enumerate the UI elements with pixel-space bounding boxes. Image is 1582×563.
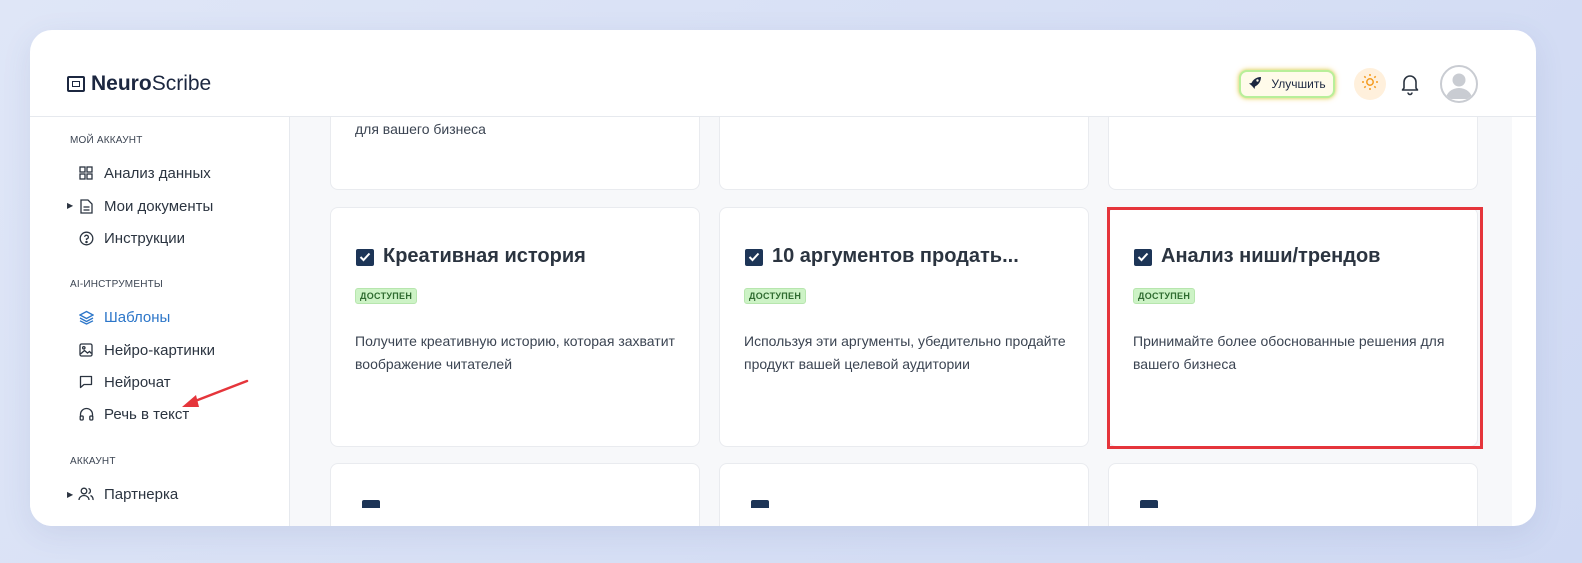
template-card-10-arguments[interactable]: 10 аргументов продать... ДОСТУПЕН Исполь…	[719, 207, 1089, 447]
sun-icon	[1361, 73, 1379, 96]
sidebar-item-label: Нейро-картинки	[104, 341, 215, 359]
sidebar-item-neuro-chat[interactable]: Нейрочат	[78, 372, 171, 392]
checkbox-icon	[362, 500, 380, 508]
sidebar-item-label: Инструкции	[104, 229, 186, 247]
notifications-bell-icon[interactable]	[1400, 72, 1420, 96]
sidebar-section-ai-tools: AI-ИНСТРУМЕНТЫ	[70, 279, 163, 290]
card-title: Креативная история	[355, 245, 586, 268]
template-card[interactable]	[719, 463, 1089, 526]
template-card[interactable]	[1108, 117, 1478, 190]
user-avatar[interactable]	[1440, 65, 1478, 103]
logo-text-bold: Neuro	[91, 72, 152, 95]
logo-icon	[67, 76, 85, 92]
layers-icon	[78, 309, 94, 325]
checkbox-icon	[1140, 500, 1158, 508]
sidebar-item-data-analysis[interactable]: Анализ данных	[78, 163, 211, 183]
sidebar-item-label: Речь в текст	[104, 405, 190, 423]
rocket-icon	[1248, 76, 1262, 93]
sidebar-item-speech-to-text[interactable]: Речь в текст	[78, 404, 189, 424]
upgrade-button[interactable]: Улучшить	[1239, 70, 1335, 98]
highlight-box	[1107, 207, 1483, 449]
template-card[interactable]	[719, 117, 1089, 190]
logo[interactable]: Neuro Scribe	[67, 72, 211, 96]
theme-toggle-button[interactable]	[1354, 68, 1386, 100]
template-card[interactable]	[330, 463, 700, 526]
users-icon	[78, 486, 94, 502]
card-title-text: Креативная история	[383, 245, 586, 267]
sidebar-item-label: Шаблоны	[104, 308, 171, 326]
sidebar-item-label: Партнерка	[104, 485, 179, 503]
annotation-arrow-icon	[182, 379, 249, 407]
card-title: 10 аргументов продать...	[744, 245, 1019, 268]
headphones-icon	[78, 406, 94, 422]
help-circle-icon	[78, 230, 94, 246]
sidebar-item-label: Нейрочат	[104, 373, 171, 391]
expand-caret-icon[interactable]: ▶	[67, 201, 73, 210]
logo-text-regular: Scribe	[151, 72, 212, 95]
top-header: Neuro Scribe Улучшить	[30, 30, 1536, 117]
app-window: Neuro Scribe Улучшить МОЙ АККАУНТ Анализ…	[30, 30, 1536, 526]
card-description: для вашего бизнеса	[355, 121, 486, 137]
sidebar-item-label: Анализ данных	[104, 164, 211, 182]
sidebar-item-label: Мои документы	[104, 197, 214, 215]
template-card-creative-story[interactable]: Креативная история ДОСТУПЕН Получите кре…	[330, 207, 700, 447]
document-icon	[78, 198, 94, 214]
sidebar-item-instructions[interactable]: Инструкции	[78, 228, 185, 248]
sidebar-item-templates[interactable]: Шаблоны	[78, 307, 170, 327]
expand-caret-icon[interactable]: ▶	[67, 490, 73, 499]
chat-icon	[78, 374, 94, 390]
sidebar-section-account: АККАУНТ	[70, 456, 116, 467]
sidebar-item-my-documents[interactable]: Мои документы	[78, 196, 213, 216]
checkbox-icon	[751, 500, 769, 508]
card-description: Используя эти аргументы, убедительно про…	[744, 333, 1066, 372]
sidebar-section-my-account: МОЙ АККАУНТ	[70, 135, 143, 146]
checkbox-icon	[745, 248, 763, 266]
image-icon	[78, 342, 94, 358]
template-card[interactable]	[1108, 463, 1478, 526]
upgrade-label: Улучшить	[1271, 77, 1326, 91]
template-card[interactable]: для вашего бизнеса	[330, 117, 700, 190]
sidebar-item-neuro-images[interactable]: Нейро-картинки	[78, 340, 215, 360]
checkbox-icon	[356, 248, 374, 266]
sidebar-item-partner[interactable]: Партнерка	[78, 484, 178, 504]
status-badge: ДОСТУПЕН	[744, 288, 807, 304]
card-description: Получите креативную историю, которая зах…	[355, 333, 675, 372]
sidebar: МОЙ АККАУНТ Анализ данных ▶ Мои документ…	[30, 117, 290, 526]
grid-icon	[78, 165, 94, 181]
status-badge: ДОСТУПЕН	[355, 288, 418, 304]
card-title-text: 10 аргументов продать...	[772, 245, 1019, 267]
